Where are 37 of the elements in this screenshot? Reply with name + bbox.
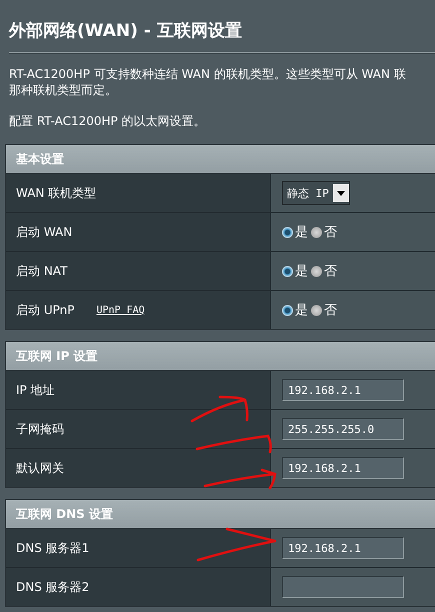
page-title: 外部网络(WAN) - 互联网设置 bbox=[9, 20, 242, 42]
note-text: 配置 RT-AC1200HP 的以太网设置。 bbox=[9, 113, 206, 129]
radio-button[interactable] bbox=[311, 304, 322, 316]
radio-button[interactable] bbox=[311, 266, 322, 276]
input-field[interactable] bbox=[282, 576, 404, 598]
connection-type-dropdown[interactable]: 静态 IP bbox=[282, 181, 350, 205]
radio-label: 是 bbox=[295, 302, 308, 319]
radio-button[interactable] bbox=[282, 266, 293, 276]
input-field[interactable]: 192.168.2.1 bbox=[282, 379, 404, 401]
setting-label: DNS 服务器2 bbox=[16, 578, 90, 596]
annotation-arrow bbox=[190, 396, 248, 422]
setting-label: 子网掩码 bbox=[16, 420, 64, 438]
radio-label: 是 bbox=[295, 263, 308, 280]
radio-button[interactable] bbox=[282, 226, 293, 238]
radio-label: 否 bbox=[324, 224, 337, 241]
section-title: 互联网 DNS 设置 bbox=[16, 506, 114, 522]
input-field[interactable]: 192.168.2.1 bbox=[282, 537, 404, 559]
setting-label: 启动 WAN bbox=[16, 224, 72, 240]
radio-button[interactable] bbox=[311, 226, 322, 238]
description-text: RT-AC1200HP 可支持数种连结 WAN 的联机类型。这些类型可从 WAN 联 bbox=[9, 66, 406, 82]
caret-icon bbox=[332, 184, 349, 202]
radio-button[interactable] bbox=[282, 304, 293, 316]
setting-label: IP 地址 bbox=[16, 382, 55, 398]
radio-label: 否 bbox=[324, 263, 337, 280]
setting-label: 默认网关 bbox=[16, 460, 64, 476]
description-text: 那种联机类型而定。 bbox=[9, 82, 117, 98]
section-title: 互联网 IP 设置 bbox=[16, 348, 98, 364]
radio-label: 是 bbox=[295, 224, 308, 241]
radio-label: 否 bbox=[324, 302, 337, 319]
faq-link[interactable]: UPnP FAQ bbox=[96, 304, 145, 316]
input-field[interactable]: 192.168.2.1 bbox=[282, 457, 404, 479]
setting-label: WAN 联机类型 bbox=[16, 184, 96, 202]
section-title: 基本设置 bbox=[16, 150, 64, 168]
setting-label: 启动 UPnP bbox=[16, 302, 74, 318]
setting-label: 启动 NAT bbox=[16, 262, 68, 280]
input-field[interactable]: 255.255.255.0 bbox=[282, 418, 404, 440]
setting-label: DNS 服务器1 bbox=[16, 540, 90, 556]
